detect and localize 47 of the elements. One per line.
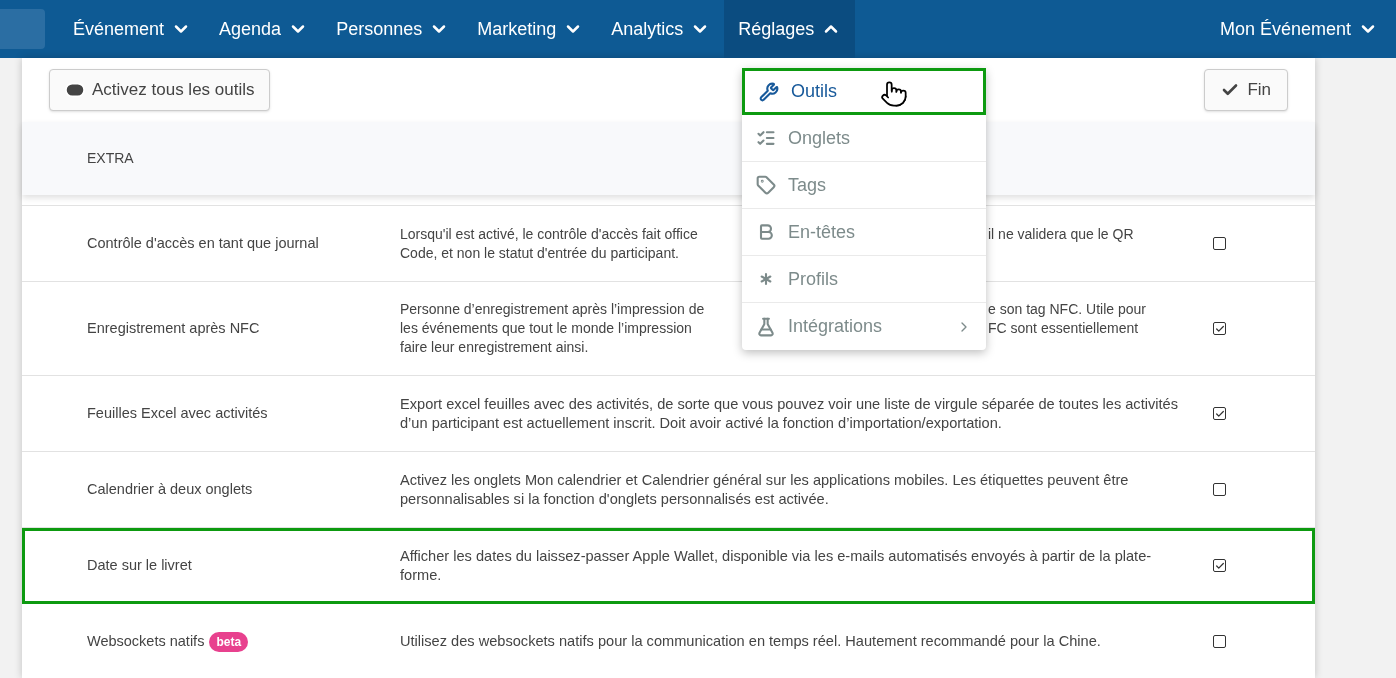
beta-badge: beta xyxy=(209,631,249,652)
section-title: EXTRA xyxy=(87,149,134,168)
setting-name: Enregistrement après NFC xyxy=(87,318,260,338)
nav-menu-item[interactable]: Événement xyxy=(59,0,206,58)
account-menu[interactable]: Mon Événement xyxy=(1201,0,1396,58)
wrench-icon xyxy=(759,81,779,102)
checkbox[interactable] xyxy=(1213,237,1226,250)
setting-name: Websockets natifs xyxy=(87,631,205,651)
description-text: Utilisez des websockets natifs pour la communication en temps réel. Hautement recommandé pour la Chine. xyxy=(400,632,1102,651)
description-text: Activez les onglets Mon calendrier et Calendrier général sur les applications mobiles. Les étiquettes peuvent être personnalisables si la fonction d'onglets personnalisés est activée. xyxy=(400,470,1130,509)
menu-item[interactable]: En-têtes xyxy=(742,209,986,256)
description-text: Code, et non le statut d'entrée du participant. xyxy=(400,243,680,263)
setting-name: Date sur le livret xyxy=(87,555,192,575)
checkbox[interactable] xyxy=(1213,407,1226,420)
checkbox[interactable] xyxy=(1213,483,1226,496)
nav-menu-item[interactable]: Agenda xyxy=(205,0,323,58)
toggle-all-button[interactable]: Activez tous les outils xyxy=(49,69,270,111)
description-text: Lorsqu'il est activé, le contrôle d'accès fait office xyxy=(400,224,699,244)
logo-placeholder xyxy=(0,9,45,49)
setting-name: Feuilles Excel avec activités xyxy=(87,403,268,423)
checkbox[interactable] xyxy=(1213,322,1226,335)
nav-menu-item[interactable]: Marketing xyxy=(463,0,598,58)
description-text: il ne validera que le QR xyxy=(988,224,1134,244)
nav-menu-item[interactable]: Réglages xyxy=(724,0,856,58)
description-text: faire leur enregistrement ainsi. xyxy=(400,338,590,357)
hand-cursor-icon xyxy=(880,80,908,108)
setting-name: Calendrier à deux onglets xyxy=(87,479,253,499)
description-text: Export excel feuilles avec des activités, de sorte que vous pouvez voir une liste de virgule séparée de toutes les activités d’un participant est actuellement inscrit. Doit avoir activé la fonction d’importation/exportation. xyxy=(400,394,1179,433)
menu-item[interactable]: Intégrations xyxy=(742,303,986,350)
menu-item[interactable]: Tags xyxy=(742,162,986,209)
setting-name: Contrôle d'accès en tant que journal xyxy=(87,233,319,253)
nav-menu-item[interactable]: Analytics xyxy=(597,0,725,58)
menu-item[interactable]: Outils xyxy=(742,68,986,115)
menu-item[interactable]: Profils xyxy=(742,256,986,303)
menu-item[interactable]: Onglets xyxy=(742,115,986,162)
tag-icon xyxy=(756,175,776,195)
description-text: FC sont essentiellement xyxy=(988,319,1139,338)
checklist-icon xyxy=(756,128,776,148)
checkbox[interactable] xyxy=(1213,635,1226,648)
nav-menu-item[interactable]: Personnes xyxy=(322,0,464,58)
description-text: Afficher les dates du laissez-passer Apple Wallet, disponible via les e-mails automatisés envoyés à partir de la plate-forme. xyxy=(400,546,1153,585)
done-button[interactable]: Fin xyxy=(1204,69,1288,111)
description-text: e son tag NFC. Utile pour xyxy=(988,300,1146,319)
description-text: Personne d’enregistrement après l’impression de xyxy=(400,300,706,319)
description-text: les événements que tout le monde l’impression xyxy=(400,319,693,338)
checkbox[interactable] xyxy=(1213,559,1226,572)
flask-icon xyxy=(756,316,776,337)
